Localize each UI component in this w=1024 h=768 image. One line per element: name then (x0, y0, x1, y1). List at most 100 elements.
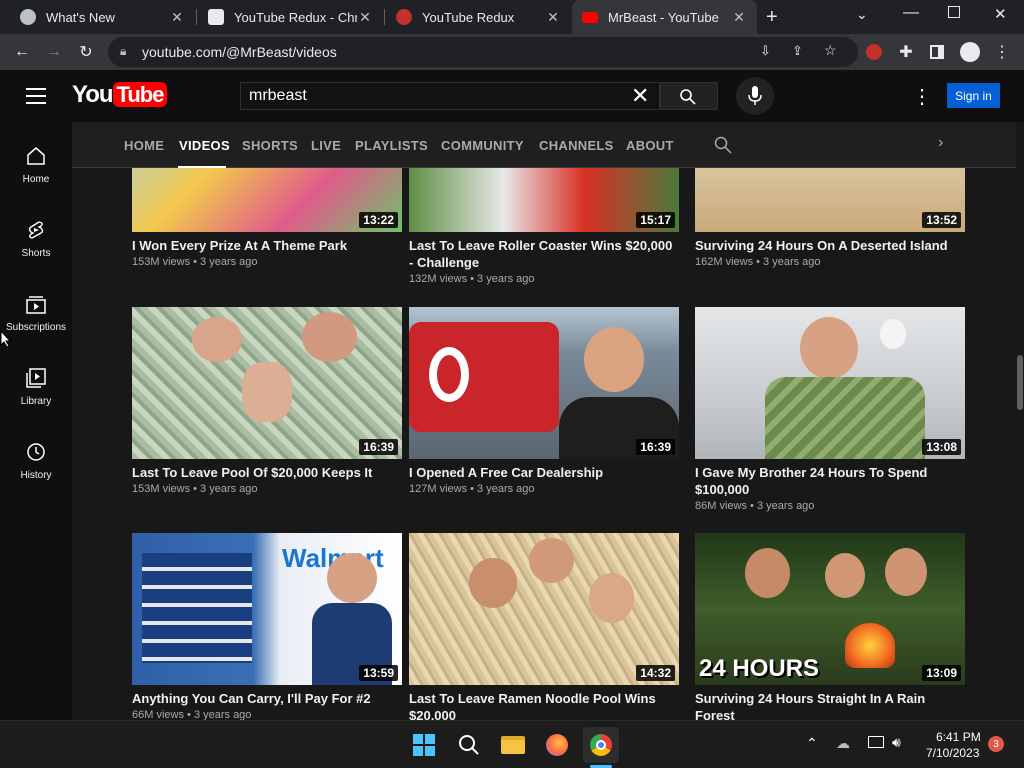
page-scrollbar[interactable] (1016, 122, 1024, 720)
voice-search-button[interactable] (736, 77, 774, 115)
hamburger-menu-icon[interactable] (26, 88, 46, 104)
video-thumbnail[interactable]: 13:22 (132, 168, 402, 232)
video-thumbnail[interactable]: 14:32 (409, 533, 679, 685)
new-tab-button[interactable]: + (766, 6, 778, 29)
minimize-button[interactable]: — (903, 4, 919, 22)
search-icon (459, 735, 479, 755)
browser-tab[interactable]: YouTube Redux ✕ (386, 0, 571, 34)
browser-tab[interactable]: What's New ✕ (10, 0, 195, 34)
video-thumbnail[interactable]: 16:39 (409, 307, 679, 459)
tab-playlists[interactable]: PLAYLISTS (355, 138, 428, 153)
tab-shorts[interactable]: SHORTS (242, 138, 298, 153)
video-age: 3 years ago (763, 256, 821, 268)
back-arrow-icon[interactable]: ← (10, 40, 34, 64)
search-button[interactable] (660, 82, 718, 110)
video-title[interactable]: Last To Leave Pool Of $20,000 Keeps It (132, 464, 402, 481)
video-title[interactable]: Surviving 24 Hours On A Deserted Island (695, 237, 965, 254)
close-icon[interactable]: ✕ (357, 9, 373, 26)
forward-arrow-icon[interactable]: → (42, 40, 66, 64)
install-app-icon[interactable]: ⇩ (760, 43, 771, 59)
clear-search-icon[interactable]: ✕ (631, 83, 649, 109)
chevron-right-icon[interactable]: › (938, 134, 943, 152)
clock-date[interactable]: 7/10/2023 (926, 746, 979, 760)
video-thumbnail[interactable]: 13:08 (695, 307, 965, 459)
restore-button[interactable] (948, 6, 960, 18)
tab-community[interactable]: COMMUNITY (441, 138, 524, 153)
network-icon[interactable] (868, 736, 884, 748)
clock-time[interactable]: 6:41 PM (936, 730, 981, 744)
profile-avatar-icon[interactable] (960, 42, 980, 62)
tab-live[interactable]: LIVE (311, 138, 341, 153)
settings-kebab-icon[interactable]: ⋮ (912, 84, 932, 109)
video-title[interactable]: Last To Leave Ramen Noodle Pool Wins $20… (409, 690, 679, 720)
video-duration: 13:09 (922, 665, 961, 681)
video-title[interactable]: Anything You Can Carry, I'll Pay For #2 (132, 690, 402, 707)
tab-search-icon[interactable]: ⌄ (856, 6, 868, 23)
browser-tab-active[interactable]: MrBeast - YouTube ✕ (572, 0, 757, 34)
video-views: 86M views (695, 500, 747, 512)
tab-home[interactable]: HOME (124, 138, 164, 153)
youtube-logo[interactable]: You Tube (72, 81, 168, 109)
close-window-button[interactable]: ✕ (994, 5, 1007, 23)
tab-about[interactable]: ABOUT (626, 138, 674, 153)
video-title[interactable]: Surviving 24 Hours Straight In A Rain Fo… (695, 690, 965, 720)
guide-label: Shorts (21, 248, 51, 259)
menu-kebab-icon[interactable]: ⋮ (990, 40, 1014, 64)
redux-extension-icon (396, 9, 412, 25)
chrome-icon (20, 9, 36, 25)
chevron-up-icon[interactable]: ⌃ (806, 735, 818, 752)
chrome-taskbar-icon[interactable] (583, 727, 619, 763)
guide-item-shorts[interactable]: Shorts (0, 212, 72, 278)
share-icon[interactable]: ⇪ (792, 43, 803, 59)
video-age: 3 years ago (200, 483, 258, 495)
reload-icon[interactable]: ↻ (74, 40, 98, 64)
search-input[interactable]: mrbeast ✕ (240, 82, 660, 110)
video-thumbnail[interactable]: 24 HOURS 13:09 (695, 533, 965, 685)
video-thumbnail[interactable]: 15:17 (409, 168, 679, 232)
file-explorer-icon[interactable] (495, 727, 531, 763)
sign-in-button[interactable]: Sign in (947, 83, 1000, 108)
tab-videos[interactable]: VIDEOS (179, 138, 230, 153)
extensions-puzzle-icon[interactable]: ✚ (894, 40, 918, 64)
channel-search-icon[interactable] (714, 136, 732, 154)
thumbnail-overlay-text: 24 HOURS (699, 655, 820, 682)
video-views: 132M views (409, 273, 468, 285)
volume-icon[interactable]: 🔊︎ (892, 734, 901, 751)
onedrive-cloud-icon[interactable]: ☁ (836, 735, 850, 752)
video-title[interactable]: I Gave My Brother 24 Hours To Spend $100… (695, 464, 965, 498)
browser-tab[interactable]: YouTube Redux - Chror ✕ (198, 0, 383, 34)
video-title[interactable]: Last To Leave Roller Coaster Wins $20,00… (409, 237, 679, 271)
history-icon (27, 443, 45, 461)
video-title[interactable]: I Opened A Free Car Dealership (409, 464, 679, 481)
redux-extension-icon[interactable] (866, 44, 882, 60)
video-duration: 16:39 (359, 439, 398, 455)
video-thumbnail[interactable]: 13:52 (695, 168, 965, 232)
video-views: 153M views (132, 256, 191, 268)
side-panel-icon[interactable] (930, 45, 944, 59)
windows-start-icon[interactable] (406, 727, 442, 763)
scrollbar-thumb[interactable] (1017, 355, 1023, 410)
close-icon[interactable]: ✕ (731, 9, 747, 26)
mouse-cursor-icon (0, 330, 12, 348)
notification-badge[interactable]: 3 (988, 736, 1004, 752)
close-icon[interactable]: ✕ (545, 9, 561, 26)
video-thumbnail[interactable]: Walmart 13:59 (132, 533, 402, 685)
tab-channels[interactable]: CHANNELS (539, 138, 614, 153)
video-title[interactable]: I Won Every Prize At A Theme Park (132, 237, 402, 254)
video-duration: 15:17 (636, 212, 675, 228)
guide-item-library[interactable]: Library (0, 360, 72, 426)
search-query: mrbeast (249, 87, 307, 104)
bookmark-star-icon[interactable]: ☆ (824, 42, 837, 59)
address-bar[interactable]: 🔒︎ youtube.com/@MrBeast/videos ⇩ ⇪ ☆ (108, 37, 858, 67)
guide-label: Library (20, 396, 52, 407)
taskbar-search-icon[interactable] (451, 727, 487, 763)
browser-toolbar: ← → ↻ 🔒︎ youtube.com/@MrBeast/videos ⇩ ⇪… (0, 34, 1024, 70)
subscriptions-icon (26, 296, 46, 314)
library-icon (26, 368, 46, 388)
close-icon[interactable]: ✕ (169, 9, 185, 26)
guide-item-home[interactable]: Home (0, 138, 72, 204)
video-thumbnail[interactable]: 16:39 (132, 307, 402, 459)
firefox-icon[interactable] (539, 727, 575, 763)
microphone-icon (748, 86, 762, 105)
guide-item-history[interactable]: History (0, 434, 72, 500)
